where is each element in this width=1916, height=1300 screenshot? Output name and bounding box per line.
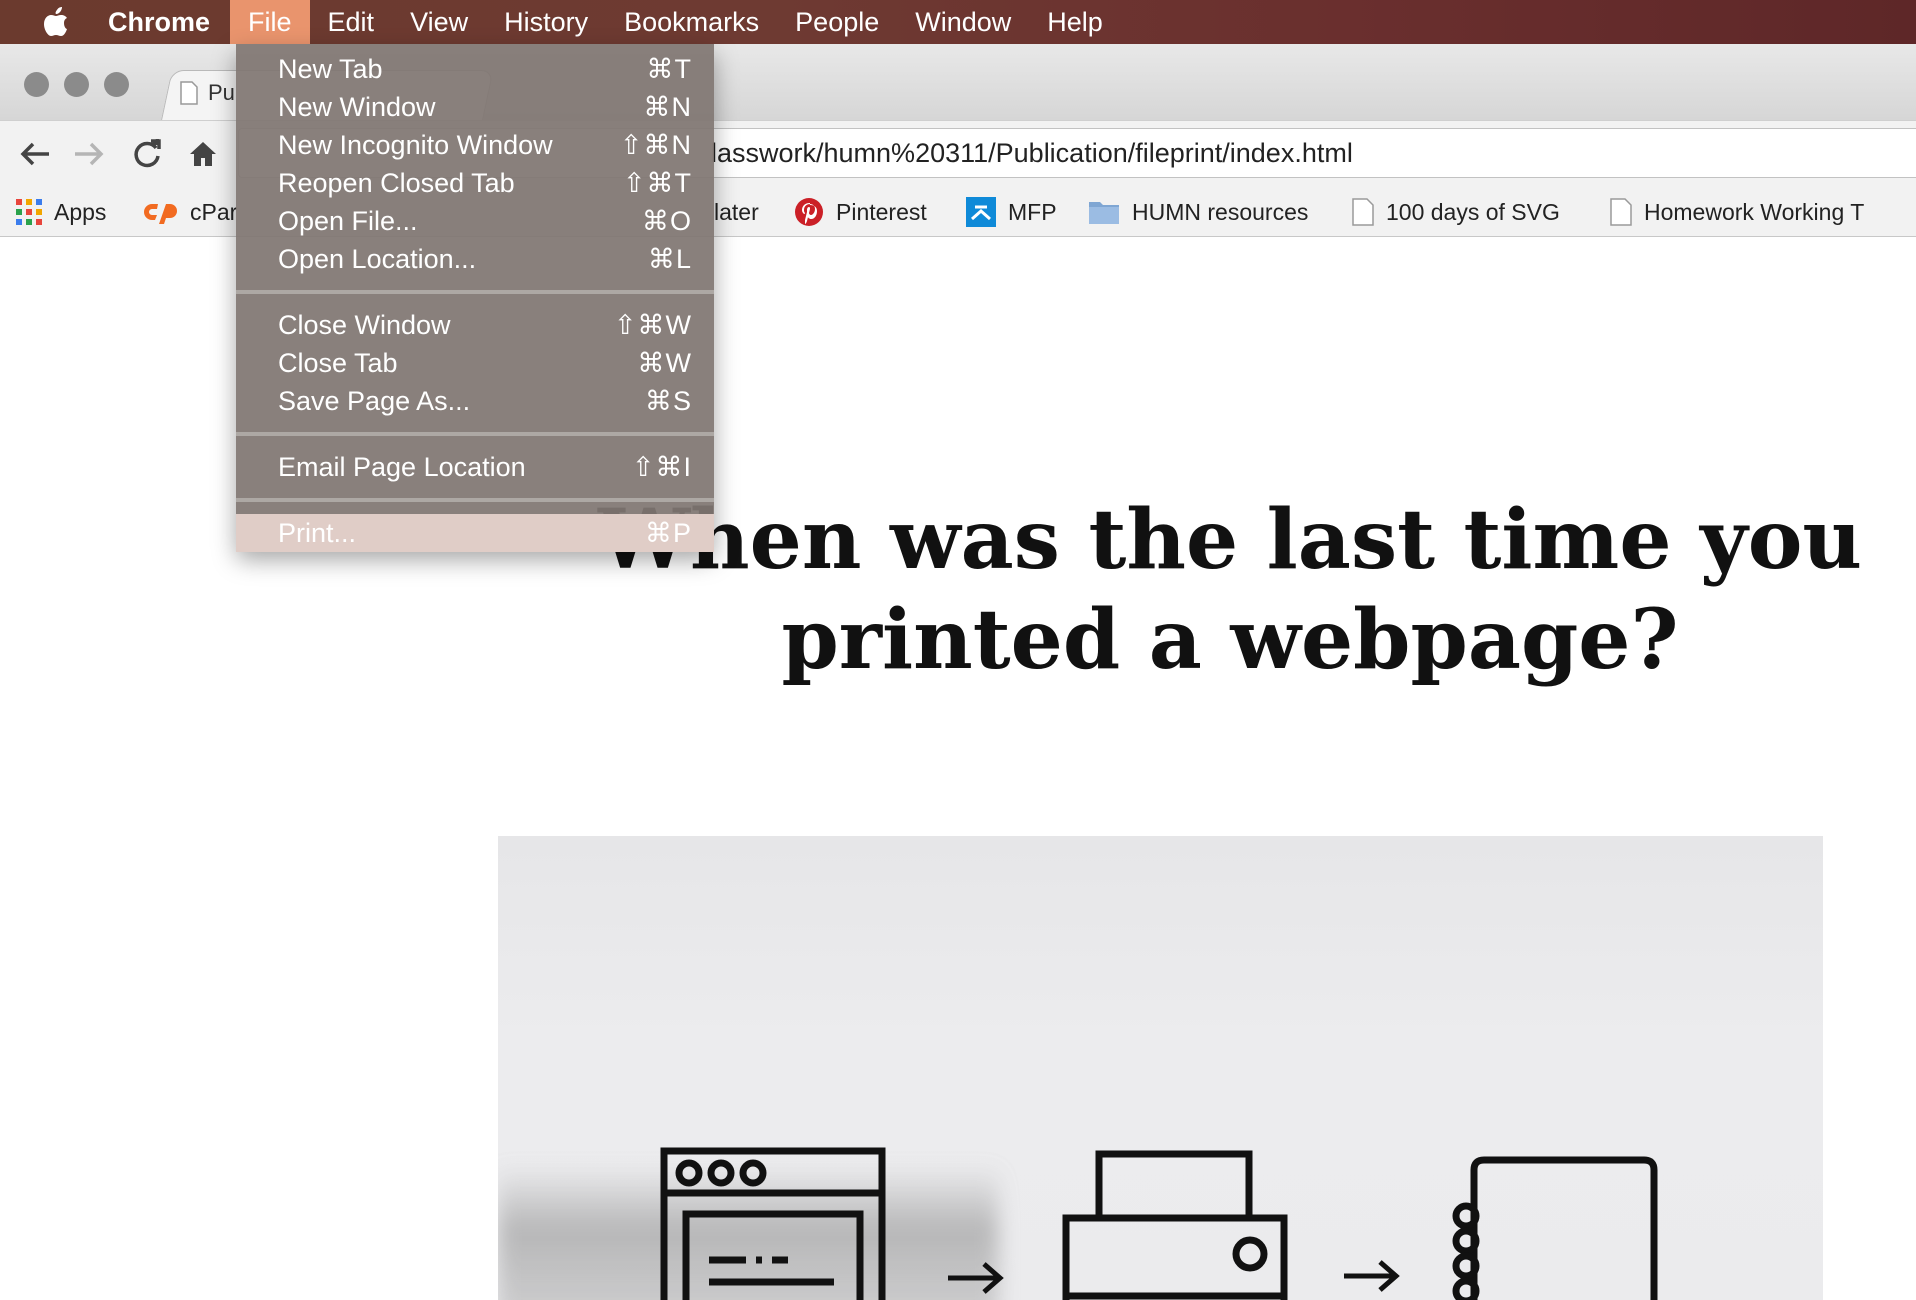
bookmark-label: later	[714, 198, 759, 225]
zoom-window-button[interactable]	[104, 72, 129, 97]
apps-grid-icon	[16, 199, 42, 225]
menu-item-new-window[interactable]: New Window ⌘N	[236, 88, 714, 126]
bookmark-mfp[interactable]: MFP	[966, 194, 1057, 230]
menu-item-print[interactable]: Print... ⌘P	[236, 514, 714, 552]
minimize-window-button[interactable]	[64, 72, 89, 97]
menu-item-label: New Window	[278, 91, 436, 122]
bookmark-later[interactable]: later	[714, 194, 759, 230]
menu-item-label: Close Window	[278, 309, 451, 340]
arrow-right-icon	[948, 1262, 1004, 1294]
menu-history[interactable]: History	[486, 0, 606, 44]
menu-item-open-location[interactable]: Open Location... ⌘L	[236, 240, 714, 278]
menu-app-chrome[interactable]: Chrome	[84, 0, 230, 44]
menu-item-shortcut: ⌘S	[644, 385, 692, 416]
bookmark-pinterest[interactable]: Pinterest	[794, 194, 927, 230]
printer-icon	[1062, 1150, 1288, 1300]
bookmark-100-days-of-svg[interactable]: 100 days of SVG	[1352, 194, 1560, 230]
pinterest-icon	[795, 198, 823, 226]
url-text: lasswork/humn%20311/Publication/fileprin…	[711, 137, 1353, 168]
bookmark-label: MFP	[1008, 198, 1057, 225]
headline-line-2: printed a webpage?	[781, 592, 1679, 688]
menu-item-shortcut: ⌘O	[641, 205, 692, 236]
menu-item-label: Print...	[278, 517, 357, 548]
menu-item-label: New Tab	[278, 53, 383, 84]
arrow-right-icon	[1344, 1260, 1400, 1292]
menu-item-shortcut: ⇧⌘W	[613, 309, 692, 340]
reload-icon[interactable]	[130, 137, 164, 171]
menu-item-new-tab[interactable]: New Tab ⌘T	[236, 50, 714, 88]
menu-item-label: Close Tab	[278, 347, 398, 378]
mfp-icon	[966, 197, 996, 227]
menu-item-close-window[interactable]: Close Window ⇧⌘W	[236, 306, 714, 344]
bookmark-label: Homework Working T	[1644, 198, 1865, 225]
menu-item-shortcut: ⌘P	[644, 517, 692, 548]
bookmark-label: 100 days of SVG	[1386, 198, 1560, 225]
back-arrow-icon[interactable]	[18, 137, 52, 171]
menu-help[interactable]: Help	[1029, 0, 1121, 44]
tab-content: Pu	[180, 80, 235, 106]
cpanel-icon	[144, 204, 177, 224]
menu-item-reopen-closed-tab[interactable]: Reopen Closed Tab ⇧⌘T	[236, 164, 714, 202]
menu-item-save-page-as[interactable]: Save Page As... ⌘S	[236, 382, 714, 420]
hero-image	[498, 836, 1823, 1300]
menu-item-shortcut: ⇧⌘N	[619, 129, 692, 160]
menu-separator	[236, 432, 714, 436]
menu-people[interactable]: People	[777, 0, 897, 44]
menu-separator	[236, 498, 714, 502]
folder-icon	[1089, 202, 1119, 224]
menu-window[interactable]: Window	[897, 0, 1029, 44]
menu-item-open-file[interactable]: Open File... ⌘O	[236, 202, 714, 240]
bookmark-apps[interactable]: Apps	[16, 194, 106, 230]
menu-file[interactable]: File	[230, 0, 310, 44]
forward-arrow-icon[interactable]	[72, 137, 106, 171]
menu-bookmarks[interactable]: Bookmarks	[606, 0, 777, 44]
browser-window-icon	[660, 1147, 886, 1300]
menu-item-label: New Incognito Window	[278, 129, 553, 160]
bookmark-label: cPar	[190, 198, 238, 225]
bookmark-label: Apps	[54, 198, 107, 225]
page-icon	[1610, 198, 1632, 226]
menu-item-email-page-location[interactable]: Email Page Location ⇧⌘I	[236, 448, 714, 486]
menu-view[interactable]: View	[392, 0, 486, 44]
menu-separator	[236, 290, 714, 294]
menu-item-new-incognito-window[interactable]: New Incognito Window ⇧⌘N	[236, 126, 714, 164]
bound-booklet-icon	[1452, 1156, 1658, 1300]
menu-item-close-tab[interactable]: Close Tab ⌘W	[236, 344, 714, 382]
menu-item-shortcut: ⌘L	[647, 243, 692, 274]
headline-line-1: When was the last time you	[597, 492, 1863, 588]
menu-item-label: Email Page Location	[278, 451, 526, 482]
bookmark-cpanel[interactable]: cPar	[144, 194, 237, 230]
menu-item-shortcut: ⌘T	[646, 53, 692, 84]
close-window-button[interactable]	[24, 72, 49, 97]
bookmark-homework[interactable]: Homework Working T	[1610, 194, 1910, 230]
menu-item-shortcut: ⇧⌘T	[622, 167, 692, 198]
menu-item-shortcut: ⇧⌘I	[631, 451, 692, 482]
menu-item-label: Open Location...	[278, 243, 477, 274]
home-icon[interactable]	[186, 137, 220, 171]
menu-item-shortcut: ⌘N	[643, 91, 692, 122]
menu-edit[interactable]: Edit	[310, 0, 393, 44]
apple-logo-icon[interactable]	[28, 7, 84, 37]
bookmark-label: Pinterest	[836, 198, 927, 225]
menu-item-shortcut: ⌘W	[637, 347, 692, 378]
page-icon	[180, 81, 198, 105]
bookmark-humn-resources[interactable]: HUMN resources	[1088, 194, 1308, 230]
page-icon	[1352, 198, 1374, 226]
bookmark-label: HUMN resources	[1132, 198, 1309, 225]
menu-item-label: Reopen Closed Tab	[278, 167, 515, 198]
page-headline: When was the last time you printed a web…	[560, 490, 1900, 690]
menu-item-label: Save Page As...	[278, 385, 471, 416]
tab-title: Pu	[208, 80, 235, 105]
file-menu-dropdown: New Tab ⌘T New Window ⌘N New Incognito W…	[236, 44, 714, 552]
macos-menu-bar: Chrome File Edit View History Bookmarks …	[0, 0, 1916, 44]
menu-item-label: Open File...	[278, 205, 418, 236]
